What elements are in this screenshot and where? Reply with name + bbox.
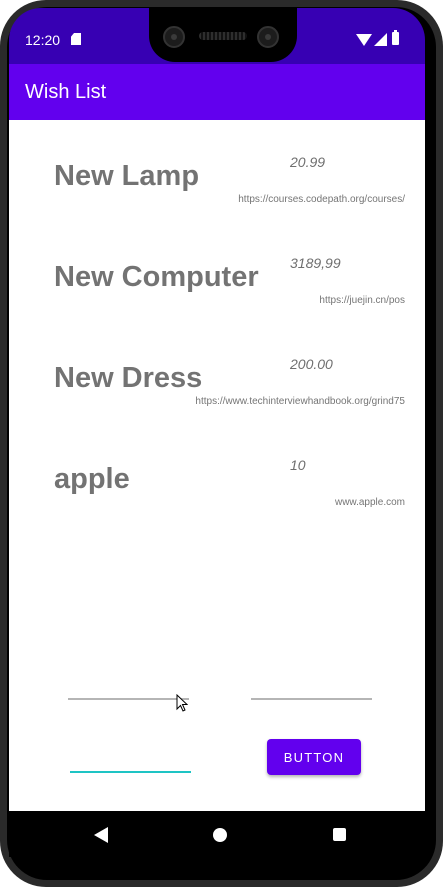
url-input[interactable]: [70, 771, 191, 773]
item-price: 10: [290, 457, 306, 473]
wishlist-item[interactable]: New Dress 200.00 https://www.techintervi…: [9, 322, 425, 422]
item-price: 3189,99: [290, 255, 341, 271]
wifi-icon: [356, 34, 372, 46]
price-input[interactable]: [251, 698, 372, 700]
app-bar: Wish List: [9, 64, 425, 120]
item-url: https://www.techinterviewhandbook.org/gr…: [195, 396, 405, 407]
item-name: New Lamp: [54, 160, 200, 192]
recents-icon[interactable]: [333, 828, 346, 841]
front-sensor-icon: [257, 26, 279, 48]
item-name: apple: [54, 463, 130, 495]
battery-icon: [392, 30, 399, 45]
item-url: https://courses.codepath.org/courses/: [238, 194, 405, 205]
item-name: New Computer: [54, 261, 259, 293]
navigation-bar: [9, 811, 425, 857]
phone-frame: 12:20 Wish List New Lamp 20.99 https://c…: [0, 0, 443, 887]
wishlist-item[interactable]: New Lamp 20.99 https://courses.codepath.…: [9, 120, 425, 220]
item-name: New Dress: [54, 362, 203, 394]
app-title: Wish List: [25, 81, 107, 103]
status-time: 12:20: [25, 32, 61, 48]
item-price: 200.00: [290, 356, 333, 372]
wishlist-item[interactable]: New Computer 3189,99 https://juejin.cn/p…: [9, 221, 425, 321]
status-bar: 12:20: [9, 8, 425, 64]
mouse-pointer-icon: [176, 694, 188, 712]
front-camera-icon: [163, 26, 185, 48]
name-input[interactable]: [68, 698, 189, 700]
camera-notch: [149, 8, 297, 62]
home-icon[interactable]: [213, 828, 227, 842]
item-url: https://juejin.cn/pos: [319, 295, 405, 306]
item-url: www.apple.com: [334, 497, 405, 508]
sd-card-icon: [71, 33, 81, 45]
item-price: 20.99: [290, 154, 326, 170]
signal-icon: [374, 33, 387, 46]
wishlist-content: New Lamp 20.99 https://courses.codepath.…: [9, 120, 425, 811]
back-icon[interactable]: [94, 827, 108, 843]
wishlist-item[interactable]: apple 10 www.apple.com: [9, 423, 425, 523]
submit-button[interactable]: BUTTON: [267, 739, 361, 775]
earpiece-speaker: [199, 32, 247, 40]
